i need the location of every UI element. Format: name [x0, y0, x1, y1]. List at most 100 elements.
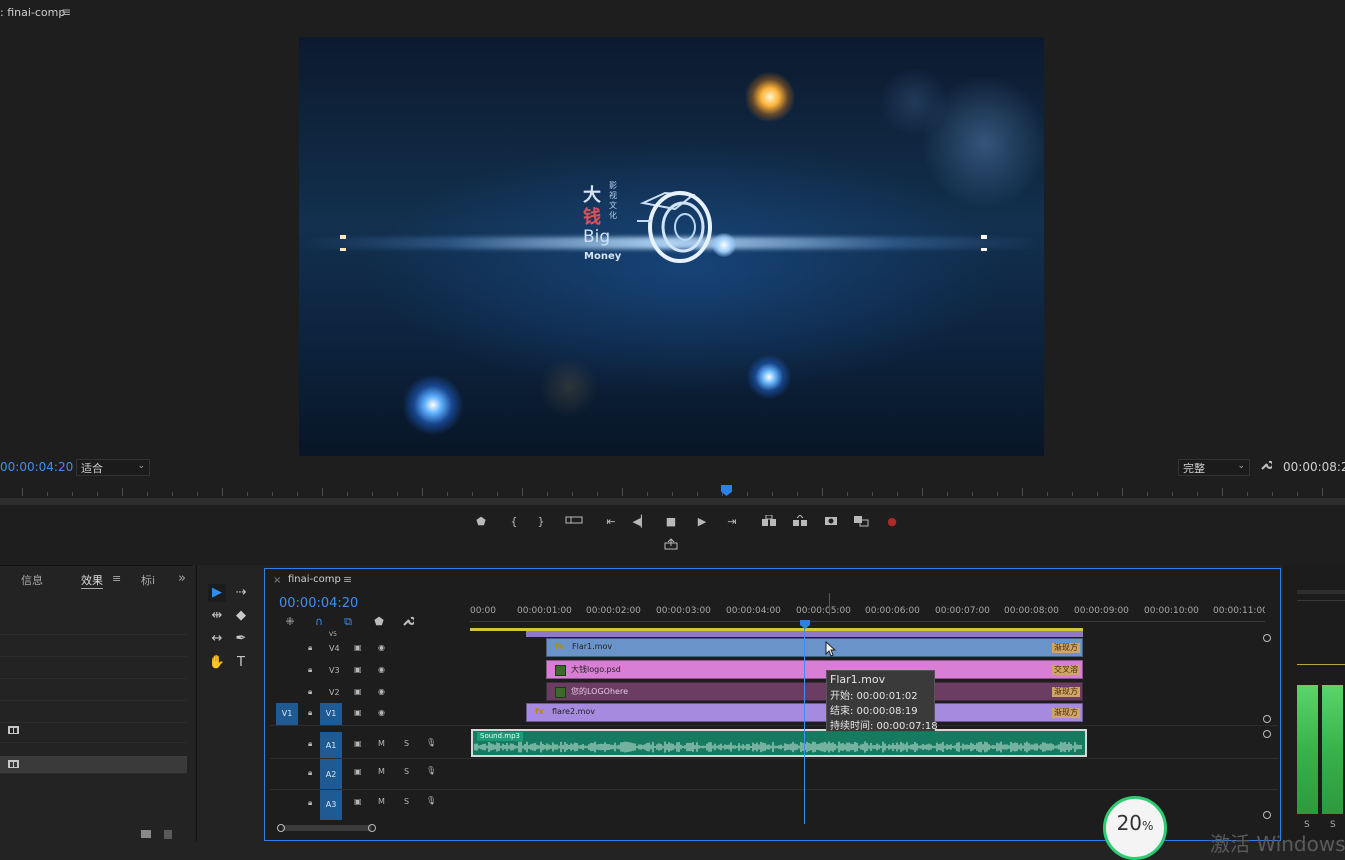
timeline-horizontal-scrollbar[interactable] — [282, 825, 372, 831]
timeline-settings-wrench-icon[interactable] — [401, 615, 416, 630]
timeline-playhead-line[interactable] — [804, 627, 805, 824]
film-toggle-icon[interactable]: ▣ — [354, 643, 362, 652]
panel-menu-icon[interactable]: ≡ — [343, 573, 352, 586]
tab-info[interactable]: 信息 — [21, 572, 43, 588]
mark-out-button[interactable]: } — [532, 515, 550, 528]
scroll-zoom-handle-left[interactable] — [277, 824, 285, 832]
go-to-in-button[interactable]: ⇤ — [602, 515, 620, 528]
go-to-in-point-button[interactable] — [563, 515, 585, 528]
source-patch-v1[interactable]: V1 — [276, 703, 298, 725]
razor-tool[interactable]: ◆ — [232, 607, 250, 625]
export-icon[interactable] — [662, 538, 680, 553]
solo-button[interactable]: S — [404, 797, 409, 806]
type-tool[interactable]: T — [232, 654, 250, 672]
lock-icon[interactable]: 🔒︎ — [308, 687, 312, 697]
snap-magnet-icon[interactable]: ∩ — [312, 615, 326, 628]
more-tabs-icon[interactable]: » — [178, 571, 186, 586]
mute-button[interactable]: M — [378, 767, 385, 776]
monitor-scrub-bar[interactable] — [0, 498, 1345, 505]
microphone-icon[interactable]: 🎙︎ — [426, 766, 436, 775]
track-target-a2[interactable]: A2 — [320, 760, 342, 790]
vertical-zoom-handle[interactable] — [1263, 730, 1271, 738]
film-toggle-icon[interactable]: ▣ — [354, 687, 362, 696]
slip-tool[interactable]: ↔ — [208, 630, 226, 648]
nest-toggle-icon[interactable]: ⁜ — [283, 615, 297, 628]
list-item-selected[interactable] — [0, 756, 187, 774]
program-video-frame[interactable]: 大 钱 Big Money 影视文化 — [299, 37, 1044, 456]
trash-icon[interactable] — [164, 830, 172, 839]
film-toggle-icon[interactable]: ▣ — [354, 739, 362, 748]
lock-icon[interactable]: 🔒︎ — [308, 708, 312, 718]
list-item[interactable] — [0, 614, 187, 635]
lock-icon[interactable]: 🔒︎ — [308, 798, 312, 808]
monitor-time-ruler[interactable] — [0, 482, 1345, 496]
track-target-v1[interactable]: V1 — [320, 703, 342, 725]
clip-logo-psd[interactable]: 大钱logo.psd 交叉溶 — [546, 660, 1083, 679]
lift-button[interactable] — [760, 514, 778, 530]
mark-in-button[interactable]: { — [505, 515, 523, 528]
track-target-a3[interactable]: A3 — [320, 790, 342, 820]
list-item[interactable] — [0, 722, 187, 743]
record-button[interactable]: ● — [883, 515, 901, 528]
new-folder-icon[interactable] — [141, 830, 151, 838]
list-item[interactable] — [0, 658, 187, 679]
lock-icon[interactable]: 🔒︎ — [308, 768, 312, 778]
lock-icon[interactable]: 🔒︎ — [308, 665, 312, 675]
microphone-icon[interactable]: 🎙︎ — [426, 738, 436, 747]
pen-tool[interactable]: ✒ — [232, 630, 250, 648]
transition-tag[interactable]: 渐现方 — [1052, 708, 1080, 718]
linked-selection-icon[interactable]: ⧉ — [341, 615, 355, 629]
play-button[interactable]: ▶ — [693, 515, 711, 528]
step-back-button[interactable]: ◀▏ — [632, 515, 650, 528]
mute-button[interactable]: M — [378, 797, 385, 806]
microphone-icon[interactable]: 🎙︎ — [426, 796, 436, 805]
ripple-edit-tool[interactable]: ⇹ — [208, 607, 226, 625]
film-toggle-icon[interactable]: ▣ — [354, 708, 362, 717]
scroll-zoom-handle-right[interactable] — [368, 824, 376, 832]
transition-tag[interactable]: 交叉溶 — [1052, 665, 1080, 675]
hand-tool[interactable]: ✋ — [208, 654, 226, 672]
eye-icon[interactable]: ◉ — [378, 708, 385, 717]
eye-icon[interactable]: ◉ — [378, 687, 385, 696]
zoom-level-select[interactable]: 适合 ⌄ — [76, 459, 150, 476]
film-toggle-icon[interactable]: ▣ — [354, 665, 362, 674]
timeline-timecode[interactable]: 00:00:04:20 — [279, 596, 358, 611]
vertical-zoom-handle[interactable] — [1263, 715, 1271, 723]
list-item[interactable] — [0, 636, 187, 657]
eye-icon[interactable]: ◉ — [378, 665, 385, 674]
insert-overwrite-button[interactable] — [852, 515, 870, 530]
tab-effects[interactable]: 效果 — [81, 572, 103, 589]
panel-menu-icon[interactable]: ≡ — [61, 5, 71, 19]
solo-button[interactable]: S — [404, 739, 409, 748]
clip-your-logo[interactable]: 您的LOGOhere 渐现方 — [546, 682, 1083, 701]
camera-icon[interactable] — [822, 515, 840, 529]
list-item[interactable] — [0, 702, 187, 723]
film-toggle-icon[interactable]: ▣ — [354, 797, 362, 806]
program-monitor-title[interactable]: : finai-comp — [0, 6, 65, 19]
vertical-zoom-handle[interactable] — [1263, 634, 1271, 642]
extract-button[interactable] — [791, 514, 809, 530]
add-marker-icon[interactable]: ⬟ — [372, 615, 386, 628]
eye-icon[interactable]: ◉ — [378, 643, 385, 652]
selection-tool[interactable]: ▶ — [208, 584, 226, 602]
go-to-out-button[interactable]: ⇥ — [723, 515, 741, 528]
transition-tag[interactable]: 渐现方 — [1052, 643, 1080, 653]
tab-markers[interactable]: 标i — [141, 572, 155, 588]
vertical-zoom-handle[interactable] — [1263, 811, 1271, 819]
sequence-tab[interactable]: finai-comp — [288, 574, 341, 585]
mute-button[interactable]: M — [378, 739, 385, 748]
track-select-tool[interactable]: ⇢ — [232, 584, 250, 602]
lock-icon[interactable]: 🔒︎ — [308, 643, 312, 653]
audio-clip-sound[interactable]: Sound.mp3 — [471, 729, 1087, 757]
list-item[interactable] — [0, 680, 187, 701]
lock-icon[interactable]: 🔒︎ — [308, 739, 312, 749]
transition-tag[interactable]: 渐现方 — [1052, 687, 1080, 697]
clip-flar1[interactable]: fx Flar1.mov 渐现方 — [546, 638, 1083, 657]
panel-menu-icon[interactable]: ≡ — [112, 572, 121, 585]
solo-button[interactable]: S — [404, 767, 409, 776]
wrench-icon[interactable] — [1260, 459, 1274, 474]
playback-resolution-select[interactable]: 完整 ⌄ — [1178, 459, 1250, 476]
add-marker-button[interactable]: ⬟ — [472, 515, 490, 528]
track-target-a1[interactable]: A1 — [320, 732, 342, 760]
playhead-timecode[interactable]: 00:00:04:20 — [0, 460, 73, 474]
